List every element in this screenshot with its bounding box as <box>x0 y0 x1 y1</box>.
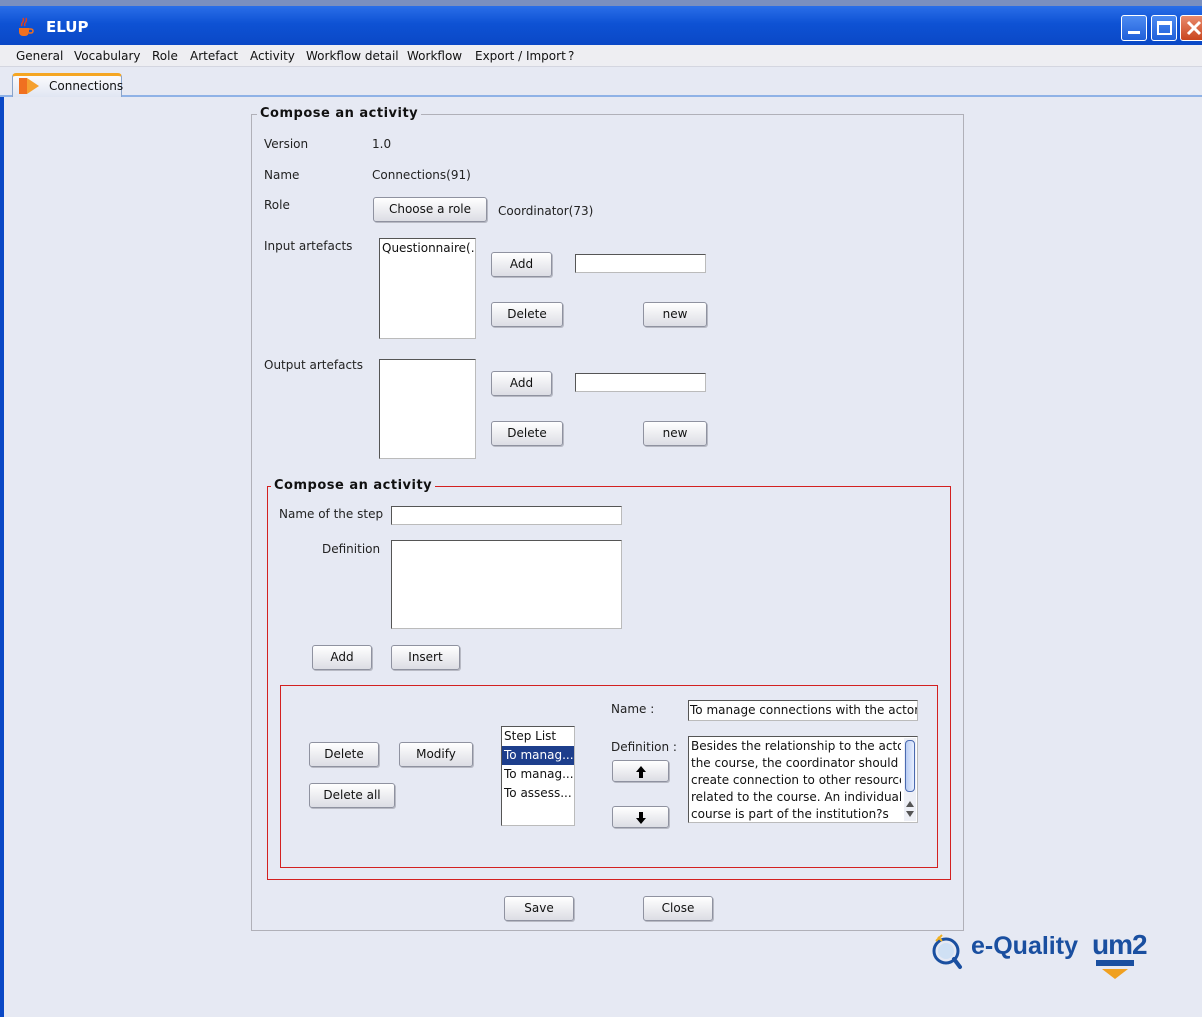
step-definition-field[interactable] <box>391 540 622 629</box>
close-button[interactable]: Close <box>643 896 713 921</box>
scroll-up-icon[interactable] <box>905 800 915 808</box>
menu-vocabulary[interactable]: Vocabulary <box>74 49 141 63</box>
move-down-button[interactable] <box>612 806 669 828</box>
output-artefacts-list[interactable] <box>379 359 476 459</box>
title-bar[interactable]: ELUP <box>0 0 1202 45</box>
output-artefacts-label: Output artefacts <box>264 358 364 372</box>
role-label: Role <box>264 198 290 212</box>
menu-workflow-detail[interactable]: Workflow detail <box>306 49 399 63</box>
menu-general[interactable]: General <box>16 49 63 63</box>
step-name-field[interactable] <box>391 506 622 525</box>
equality-globe-icon <box>932 934 962 969</box>
output-add-button[interactable]: Add <box>491 371 552 396</box>
minimize-button[interactable] <box>1121 15 1147 41</box>
version-label: Version <box>264 137 309 151</box>
menu-role[interactable]: Role <box>152 49 178 63</box>
definition-line: course is part of the institution?s <box>691 807 889 821</box>
window-title: ELUP <box>46 18 89 36</box>
tab-connections[interactable]: Connections <box>12 73 124 97</box>
step-name-label: Name of the step <box>279 507 384 521</box>
input-delete-button[interactable]: Delete <box>491 302 563 327</box>
scroll-thumb[interactable] <box>905 740 915 792</box>
input-artefacts-label: Input artefacts <box>264 239 353 253</box>
list-item[interactable]: Questionnaire(... <box>380 239 475 258</box>
definition-scrollbar[interactable] <box>904 738 916 821</box>
menu-bar: General Vocabulary Role Artefact Activit… <box>0 45 1202 67</box>
output-new-button[interactable]: new <box>643 421 707 446</box>
menu-help[interactable]: ? <box>568 49 574 63</box>
menu-export-import[interactable]: Export / Import <box>475 49 566 63</box>
maximize-button[interactable] <box>1151 15 1177 41</box>
scroll-down-icon[interactable] <box>905 810 915 818</box>
close-icon <box>1186 20 1202 36</box>
java-cup-icon <box>19 17 34 36</box>
list-item[interactable]: To manag... <box>502 765 574 784</box>
menu-artefact[interactable]: Artefact <box>190 49 238 63</box>
name-value: Connections(91) <box>372 168 471 182</box>
step-definition-label: Definition <box>322 542 381 556</box>
compose-step-legend: Compose an activity <box>271 478 436 493</box>
minimize-icon <box>1128 31 1140 34</box>
um2-logo-text: um2 <box>1092 929 1148 960</box>
menu-workflow[interactable]: Workflow <box>407 49 462 63</box>
step-list[interactable]: Step List To manag... To manag... To ass… <box>501 726 575 826</box>
input-artefact-field[interactable] <box>575 254 706 273</box>
step-detail-name-label: Name : <box>611 702 655 716</box>
window-left-border <box>0 97 12 1017</box>
maximize-icon <box>1157 21 1172 35</box>
step-delete-button[interactable]: Delete <box>309 742 379 767</box>
input-add-button[interactable]: Add <box>491 252 552 277</box>
input-artefacts-list[interactable]: Questionnaire(... <box>379 238 476 339</box>
move-up-button[interactable] <box>612 760 669 782</box>
close-window-button[interactable] <box>1180 15 1202 41</box>
step-add-button[interactable]: Add <box>312 645 372 670</box>
role-value: Coordinator(73) <box>498 204 594 218</box>
connections-tab-icon <box>19 78 39 94</box>
arrow-up-icon <box>635 766 646 778</box>
output-artefact-field[interactable] <box>575 373 706 392</box>
step-modify-button[interactable]: Modify <box>399 742 473 767</box>
definition-line: create connection to other resources <box>691 773 901 787</box>
step-delete-all-button[interactable]: Delete all <box>309 783 395 808</box>
step-insert-button[interactable]: Insert <box>391 645 460 670</box>
list-item[interactable]: To assess... <box>502 784 574 803</box>
step-detail-name-field[interactable]: To manage connections with the actors in <box>688 700 918 721</box>
menu-activity[interactable]: Activity <box>250 49 295 63</box>
arrow-down-icon <box>635 812 646 824</box>
save-button[interactable]: Save <box>504 896 574 921</box>
equality-logo-text: e-Quality <box>971 932 1078 960</box>
logos: e-Quality um2 <box>928 926 1178 982</box>
tab-connections-label: Connections <box>49 79 124 93</box>
choose-role-button[interactable]: Choose a role <box>373 197 487 222</box>
definition-line: the course, the coordinator should <box>691 756 899 770</box>
output-delete-button[interactable]: Delete <box>491 421 563 446</box>
step-detail-definition-field[interactable]: Besides the relationship to the actors i… <box>688 736 918 823</box>
step-detail-definition-label: Definition : <box>611 740 677 754</box>
input-new-button[interactable]: new <box>643 302 707 327</box>
list-item[interactable]: To manag... <box>502 746 574 765</box>
version-value: 1.0 <box>372 137 392 151</box>
um2-accent-icon <box>1096 960 1134 979</box>
list-item[interactable]: Step List <box>502 727 574 746</box>
compose-activity-legend: Compose an activity <box>257 106 422 121</box>
name-label: Name <box>264 168 300 182</box>
definition-line: Besides the relationship to the actors i… <box>691 739 901 753</box>
tab-strip: Connections <box>0 67 1202 97</box>
definition-line: related to the course. An individual <box>691 790 901 804</box>
